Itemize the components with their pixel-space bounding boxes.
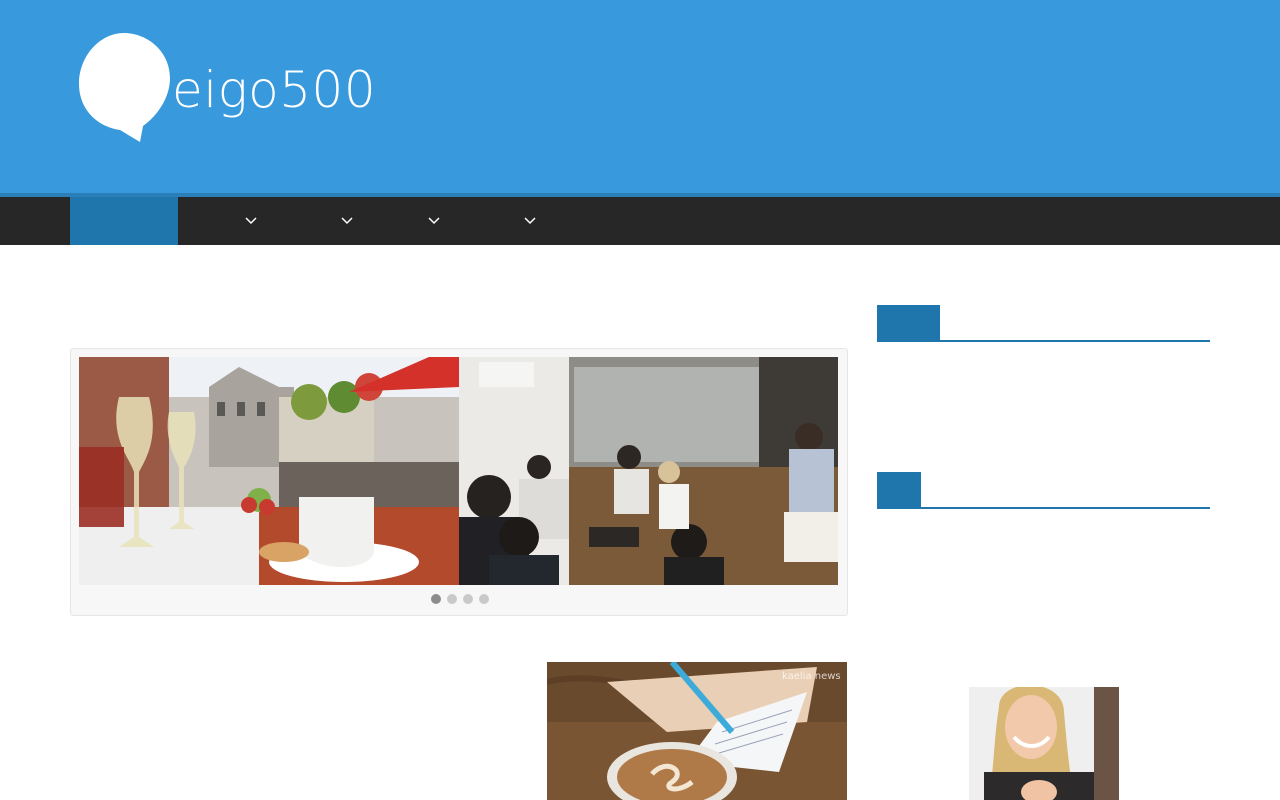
site-name: eigo500 xyxy=(172,61,377,119)
nav-item-5[interactable] xyxy=(504,197,556,245)
slide-cafe-meetup-image[interactable] xyxy=(459,357,838,585)
speech-bubble-icon xyxy=(79,33,170,142)
widget-title-tab xyxy=(877,305,940,341)
site-logo[interactable]: eigo500 xyxy=(78,30,378,150)
slider-dot-2[interactable] xyxy=(447,594,457,604)
watermark-text: kaelia news xyxy=(782,671,841,682)
site-header: eigo500 xyxy=(0,0,1280,193)
chevron-down-icon xyxy=(245,217,257,225)
main-navigation xyxy=(0,197,1280,245)
nav-item-2[interactable] xyxy=(225,197,277,245)
sidebar-widget-title-1 xyxy=(877,305,1210,342)
slider-dot-4[interactable] xyxy=(479,594,489,604)
widget-title-underline xyxy=(877,340,1210,342)
nav-item-4[interactable] xyxy=(408,197,460,245)
widget-title-underline xyxy=(877,507,1210,509)
post-thumbnail-image[interactable]: kaelia news xyxy=(547,662,847,800)
featured-slider xyxy=(70,348,848,616)
sidebar-widget-title-2 xyxy=(877,472,1210,509)
chevron-down-icon xyxy=(524,217,536,225)
slide-cafe-terrace-image[interactable] xyxy=(79,357,459,585)
slider-dot-1[interactable] xyxy=(431,594,441,604)
sidebar-profile-image[interactable] xyxy=(969,687,1119,800)
chevron-down-icon xyxy=(428,217,440,225)
slider-dot-3[interactable] xyxy=(463,594,473,604)
nav-item-home[interactable] xyxy=(70,197,178,245)
nav-item-3[interactable] xyxy=(321,197,373,245)
chevron-down-icon xyxy=(341,217,353,225)
widget-title-tab xyxy=(877,472,921,508)
